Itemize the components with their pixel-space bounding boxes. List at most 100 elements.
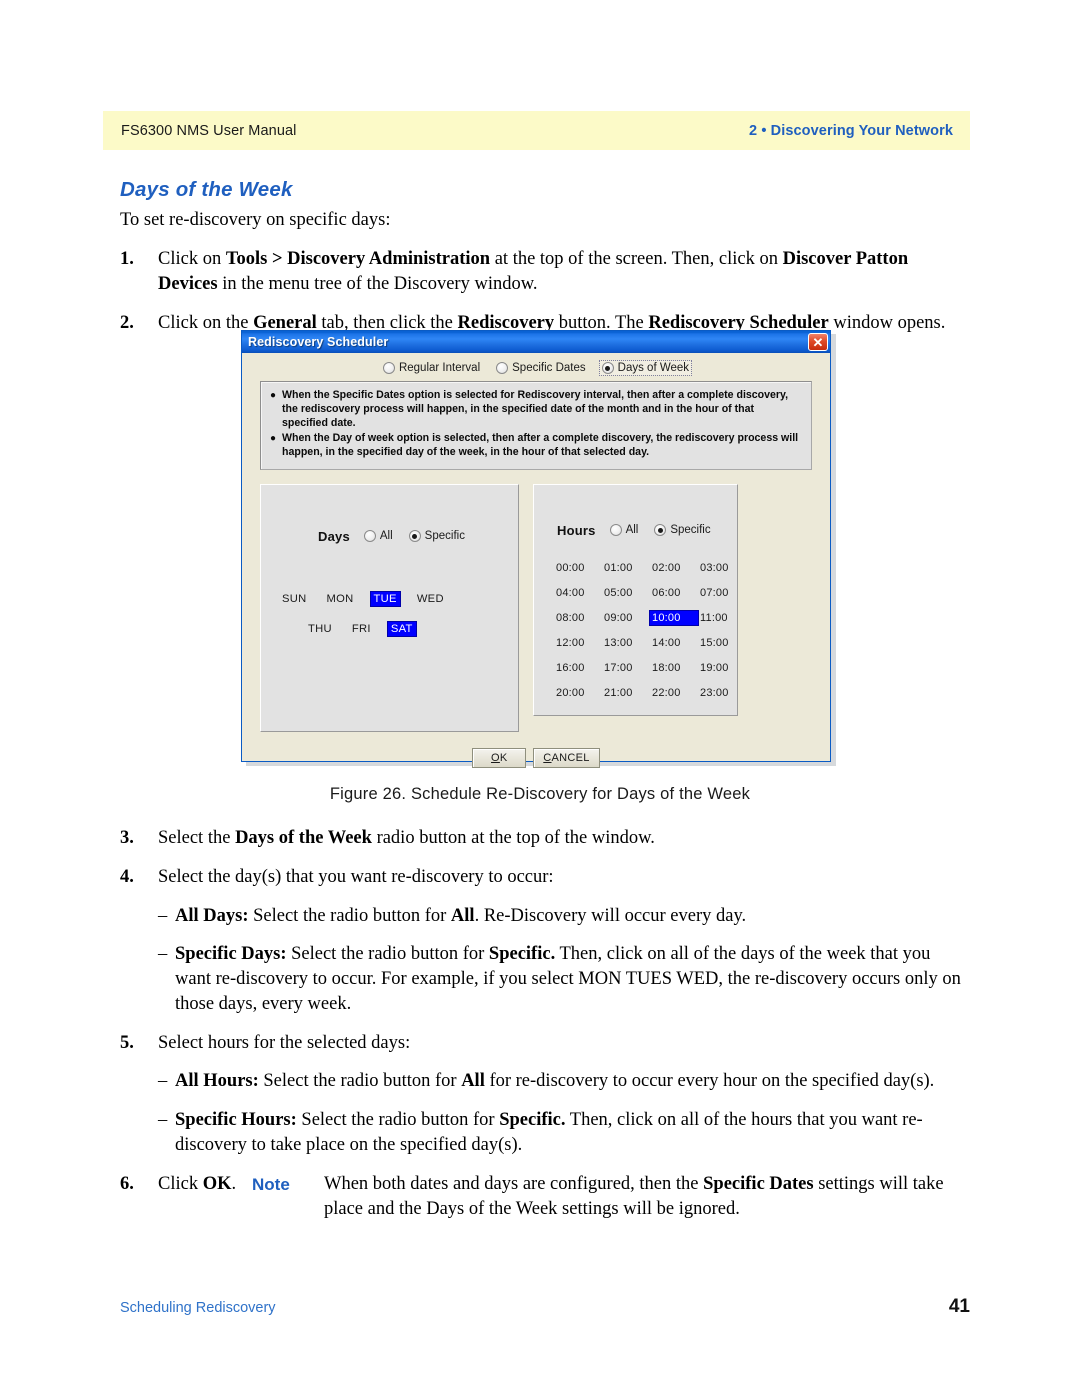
step-1-text: Click on Tools > Discovery Administratio… [158,249,909,294]
hour-cell-0400[interactable]: 04:00 [554,586,602,600]
step-5: 5. Select hours for the selected days: [120,1031,970,1056]
header-chapter-title: 2 • Discovering Your Network [749,122,953,139]
day-cell-tue[interactable]: TUE [369,590,401,607]
hour-cell-2300[interactable]: 23:00 [698,686,746,700]
hour-cell-0600[interactable]: 06:00 [650,586,698,600]
note-text: When both dates and days are configured,… [324,1174,944,1219]
hour-cell-1600[interactable]: 16:00 [554,661,602,675]
radio-specific-dates-indicator [496,362,509,374]
hour-cell-0500[interactable]: 05:00 [602,586,650,600]
hour-cell-1300[interactable]: 13:00 [602,636,650,650]
step-2-number: 2. [120,312,134,333]
dash-icon: – [158,944,168,965]
header-manual-title: FS6300 NMS User Manual [121,122,297,139]
radio-days-of-week-indicator [601,362,614,374]
step-6-number: 6. [120,1173,134,1194]
radio-days-of-week[interactable]: Days of Week [598,360,693,376]
hour-cell-1700[interactable]: 17:00 [602,661,650,675]
schedule-mode-radio-group: Regular Interval Specific Dates Days of … [242,353,830,379]
radio-regular-interval-label: Regular Interval [398,362,481,374]
step-5-number: 5. [120,1032,134,1053]
hour-cell-2000[interactable]: 20:00 [554,686,602,700]
note-block: Note When both dates and days are config… [252,1172,952,1221]
days-group-header: Days All Specific [261,485,518,544]
bullet-icon: ● [270,432,277,444]
step-4-bullet-specific-days-text: Specific Days: Select the radio button f… [175,944,961,1014]
page-title: Days of the Week [120,178,293,201]
step-1: 1. Click on Tools > Discovery Administra… [120,247,970,297]
hour-cell-1800[interactable]: 18:00 [650,661,698,675]
days-row-1: SUN MON TUE WED [279,590,536,607]
hour-cell-1100[interactable]: 11:00 [698,611,746,625]
days-radio-all[interactable]: All [362,529,395,543]
page-footer: Scheduling Rediscovery 41 [120,1296,970,1318]
info-panel: ● When the Specific Dates option is sele… [260,381,812,470]
selectors-row: Days All Specific SUN MON TUE WED THU FR… [260,483,812,732]
step-5-bullet-all-hours: – All Hours: Select the radio button for… [120,1069,970,1094]
day-cell-sat[interactable]: SAT [386,620,417,637]
hour-cell-1500[interactable]: 15:00 [698,636,746,650]
days-radio-specific[interactable]: Specific [407,529,467,543]
hour-cell-0000[interactable]: 00:00 [554,561,602,575]
step-4-bullet-all-days: – All Days: Select the radio button for … [120,904,970,929]
hours-group-header: Hours All Specific [534,485,737,538]
day-cell-mon[interactable]: MON [324,592,357,606]
step-5-bullet-all-hours-text: All Hours: Select the radio button for A… [175,1071,935,1092]
dialog-title: Rediscovery Scheduler [248,335,389,349]
hour-cell-0900[interactable]: 09:00 [602,611,650,625]
radio-regular-interval-indicator [382,362,395,374]
day-cell-sun[interactable]: SUN [279,592,310,606]
hour-cell-0200[interactable]: 02:00 [650,561,698,575]
radio-regular-interval[interactable]: Regular Interval [381,361,482,375]
hour-cell-0800[interactable]: 08:00 [554,611,602,625]
hours-radio-all-label: All [625,524,639,537]
ok-button[interactable]: OK [472,747,527,768]
footer-page-number: 41 [948,1296,970,1317]
step-5-bullet-specific-hours-text: Specific Hours: Select the radio button … [175,1110,923,1156]
step-3-number: 3. [120,828,134,848]
note-label: Note [252,1175,290,1194]
ok-button-rest: K [499,751,508,764]
dialog-body: Regular Interval Specific Dates Days of … [242,353,830,768]
hour-cell-0700[interactable]: 07:00 [698,586,746,600]
info-bullet-1: ● When the Specific Dates option is sele… [270,389,802,431]
hour-cell-2200[interactable]: 22:00 [650,686,698,700]
step-4-number: 4. [120,866,134,887]
hours-grid: 00:00 01:00 02:00 03:00 04:00 05:00 06:00 07:00… [554,561,746,700]
info-bullet-2-text: When the Day of week option is selected,… [282,431,799,458]
dialog-titlebar[interactable]: Rediscovery Scheduler ✕ [242,331,830,353]
hour-cell-1000[interactable]: 10:00 [649,609,699,626]
hour-cell-1400[interactable]: 14:00 [650,636,698,650]
cancel-button-rest: ANCEL [551,751,590,764]
days-row-2: THU FRI SAT [279,620,536,637]
hour-cell-1200[interactable]: 12:00 [554,636,602,650]
document-body-top: Days of the Week To set re-discovery on … [120,178,970,350]
hours-group-panel: Hours All Specific 00:00 01:00 02:00 03:00 0… [533,483,738,716]
hour-cell-2100[interactable]: 21:00 [602,686,650,700]
step-4-bullet-all-days-text: All Days: Select the radio button for Al… [175,905,747,926]
step-5-bullet-specific-hours: – Specific Hours: Select the radio butto… [120,1108,970,1158]
info-bullet-1-text: When the Specific Dates option is select… [282,389,789,429]
dash-icon: – [158,1110,168,1131]
info-bullet-2: ● When the Day of week option is selecte… [270,432,802,460]
footer-section-name: Scheduling Rediscovery [120,1300,276,1316]
hour-cell-1900[interactable]: 19:00 [698,661,746,675]
dialog-button-row: OK C ANCEL [242,747,830,768]
hours-radio-specific[interactable]: Specific [652,523,712,537]
day-cell-thu[interactable]: THU [305,622,335,636]
step-4: 4. Select the day(s) that you want re-di… [120,865,970,890]
days-group-title: Days [318,528,350,544]
hour-cell-0100[interactable]: 01:00 [602,561,650,575]
days-radio-all-indicator [363,530,376,543]
step-4-bullet-specific-days: – Specific Days: Select the radio button… [120,942,970,1016]
radio-specific-dates[interactable]: Specific Dates [494,361,588,375]
step-1-number: 1. [120,249,134,270]
hours-group-title: Hours [557,522,596,538]
day-cell-fri[interactable]: FRI [349,622,374,636]
close-icon[interactable]: ✕ [808,333,828,351]
hours-radio-all[interactable]: All [608,523,641,537]
hour-cell-0300[interactable]: 03:00 [698,561,746,575]
dash-icon: – [158,1071,168,1092]
cancel-button[interactable]: C ANCEL [533,747,600,768]
day-cell-wed[interactable]: WED [414,592,447,606]
